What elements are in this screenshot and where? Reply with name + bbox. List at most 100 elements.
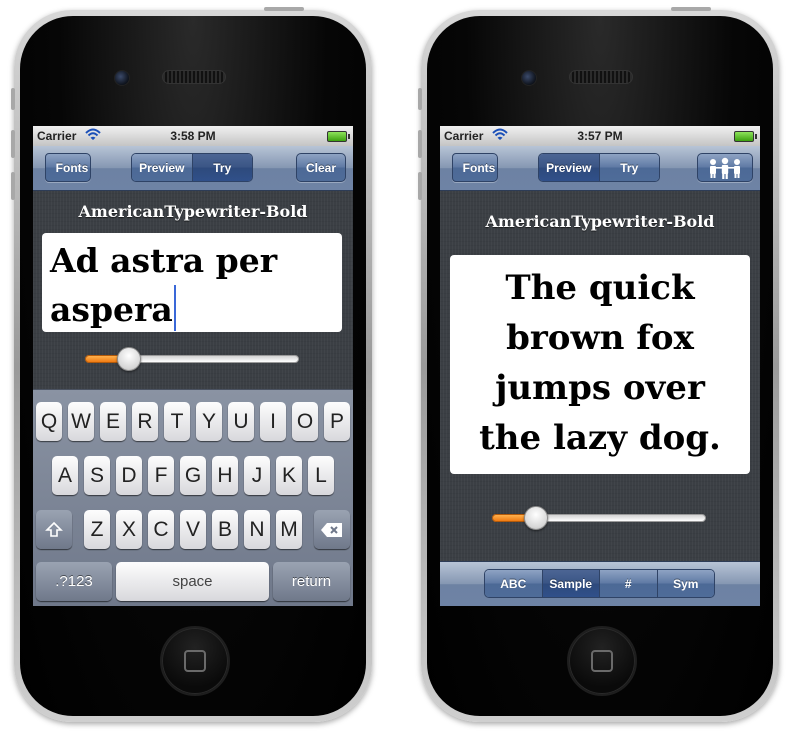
key-f[interactable]: F xyxy=(148,456,174,495)
key-x[interactable]: X xyxy=(116,510,142,549)
fonts-back-label: Fonts xyxy=(462,160,496,175)
preview-try-segmented-control: Preview Try xyxy=(131,153,253,182)
key-u[interactable]: U xyxy=(228,402,254,441)
status-bar: Carrier 3:57 PM xyxy=(440,126,760,146)
segment-preview[interactable]: Preview xyxy=(132,154,192,181)
keyboard: Q W E R T Y U I O P A S D F G H J K L Z X C V B N M .?123 space retu… xyxy=(33,389,353,606)
people-button[interactable] xyxy=(697,153,753,182)
key-e[interactable]: E xyxy=(100,402,126,441)
key-v[interactable]: V xyxy=(180,510,206,549)
power-button xyxy=(671,7,711,11)
key-l[interactable]: L xyxy=(308,456,334,495)
shift-key[interactable] xyxy=(36,510,72,549)
front-camera xyxy=(114,70,130,86)
tab-sample[interactable]: Sample xyxy=(541,570,599,597)
font-size-slider[interactable] xyxy=(85,347,299,371)
right-phone-frame: Carrier 3:57 PM Fonts Preview Try Americ… xyxy=(418,7,779,722)
status-time: 3:57 PM xyxy=(577,129,623,143)
tab-abc[interactable]: ABC xyxy=(485,570,542,597)
key-s[interactable]: S xyxy=(84,456,110,495)
phone-bezel: Carrier 3:58 PM Fonts Preview Try Clear … xyxy=(20,16,366,716)
sample-line: brown fox xyxy=(506,318,694,358)
numbers-key[interactable]: .?123 xyxy=(36,562,112,601)
key-y[interactable]: Y xyxy=(196,402,222,441)
preview-try-segmented-control: Preview Try xyxy=(538,153,660,182)
key-w[interactable]: W xyxy=(68,402,94,441)
volume-up-button xyxy=(11,130,15,158)
key-h[interactable]: H xyxy=(212,456,238,495)
delete-key[interactable] xyxy=(314,510,350,549)
return-key[interactable]: return xyxy=(273,562,350,601)
right-screen: Carrier 3:57 PM Fonts Preview Try Americ… xyxy=(440,126,760,606)
status-time: 3:58 PM xyxy=(170,129,216,143)
bottom-toolbar: ABC Sample # Sym xyxy=(440,561,760,606)
key-b[interactable]: B xyxy=(212,510,238,549)
left-phone-frame: Carrier 3:58 PM Fonts Preview Try Clear … xyxy=(11,7,372,722)
clear-label: Clear xyxy=(305,160,337,175)
navigation-bar: Fonts Preview Try xyxy=(440,146,760,191)
home-button[interactable] xyxy=(567,626,637,696)
shift-icon xyxy=(45,521,63,537)
key-i[interactable]: I xyxy=(260,402,286,441)
left-screen: Carrier 3:58 PM Fonts Preview Try Clear … xyxy=(33,126,353,606)
key-m[interactable]: M xyxy=(276,510,302,549)
key-g[interactable]: G xyxy=(180,456,206,495)
key-q[interactable]: Q xyxy=(36,402,62,441)
tab-sym[interactable]: Sym xyxy=(656,570,714,597)
sample-type-segmented-control: ABC Sample # Sym xyxy=(484,569,715,598)
key-z[interactable]: Z xyxy=(84,510,110,549)
battery-icon xyxy=(327,131,350,142)
fonts-back-label: Fonts xyxy=(55,160,89,175)
people-icon xyxy=(710,157,740,179)
sample-line: jumps over xyxy=(495,368,705,408)
mute-switch xyxy=(418,88,422,110)
volume-down-button xyxy=(418,172,422,200)
key-a[interactable]: A xyxy=(52,456,78,495)
volume-up-button xyxy=(418,130,422,158)
slider-thumb[interactable] xyxy=(524,506,548,530)
input-line-2-text: aspera xyxy=(50,290,173,329)
status-bar: Carrier 3:58 PM xyxy=(33,126,353,146)
battery-icon xyxy=(734,131,757,142)
key-r[interactable]: R xyxy=(132,402,158,441)
try-text-input[interactable]: Ad astra per aspera xyxy=(42,233,342,332)
font-name-label: AmericanTypewriter-Bold xyxy=(78,202,308,221)
segment-try[interactable]: Try xyxy=(191,154,252,181)
segment-try[interactable]: Try xyxy=(598,154,659,181)
text-caret xyxy=(173,285,176,331)
home-square-icon xyxy=(184,650,206,672)
volume-down-button xyxy=(11,172,15,200)
sample-text-box: The quick brown fox jumps over the lazy … xyxy=(450,255,750,474)
key-p[interactable]: P xyxy=(324,402,350,441)
key-c[interactable]: C xyxy=(148,510,174,549)
key-d[interactable]: D xyxy=(116,456,142,495)
earpiece-speaker xyxy=(569,70,633,84)
space-key[interactable]: space xyxy=(116,562,269,601)
sample-line: The quick xyxy=(505,268,695,308)
slider-thumb[interactable] xyxy=(117,347,141,371)
fonts-back-button[interactable]: Fonts xyxy=(452,153,498,182)
tab-hash[interactable]: # xyxy=(599,570,657,597)
sample-line: the lazy dog. xyxy=(479,418,721,458)
earpiece-speaker xyxy=(162,70,226,84)
key-n[interactable]: N xyxy=(244,510,270,549)
font-name-label: AmericanTypewriter-Bold xyxy=(485,212,715,231)
key-o[interactable]: O xyxy=(292,402,318,441)
key-k[interactable]: K xyxy=(276,456,302,495)
power-button xyxy=(264,7,304,11)
navigation-bar: Fonts Preview Try Clear xyxy=(33,146,353,191)
backspace-icon xyxy=(321,522,342,537)
home-button[interactable] xyxy=(160,626,230,696)
key-t[interactable]: T xyxy=(164,402,190,441)
segment-preview[interactable]: Preview xyxy=(539,154,599,181)
fonts-back-button[interactable]: Fonts xyxy=(45,153,91,182)
font-size-slider[interactable] xyxy=(492,506,706,530)
mute-switch xyxy=(11,88,15,110)
input-line-1: Ad astra per xyxy=(50,241,278,280)
front-camera xyxy=(521,70,537,86)
key-j[interactable]: J xyxy=(244,456,270,495)
clear-button[interactable]: Clear xyxy=(296,153,346,182)
input-line-2: aspera xyxy=(50,285,342,334)
phone-bezel: Carrier 3:57 PM Fonts Preview Try Americ… xyxy=(427,16,773,716)
home-square-icon xyxy=(591,650,613,672)
